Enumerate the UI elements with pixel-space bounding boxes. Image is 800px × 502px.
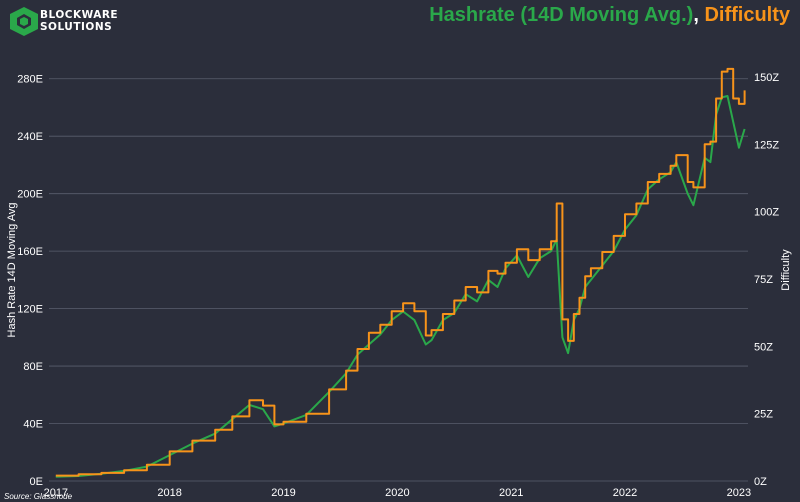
gridlines xyxy=(49,78,748,482)
y-left-tick-label: 240E xyxy=(17,131,43,143)
y-left-tick-label: 160E xyxy=(17,246,43,258)
x-tick-label: 2020 xyxy=(385,487,409,499)
x-tick-label: 2019 xyxy=(271,487,295,499)
x-tick-label: 2023 xyxy=(727,487,751,499)
y-right-tick-label: 100Z xyxy=(754,207,779,219)
y-axis-left-label: Hash Rate 14D Moving Avg xyxy=(6,203,18,338)
y-right-tick-label: 75Z xyxy=(754,274,773,286)
y-left-tick-label: 0E xyxy=(30,476,43,488)
y-right-tick-label: 0Z xyxy=(754,476,767,488)
series-lines xyxy=(55,67,746,478)
y-left-tick-label: 200E xyxy=(17,189,43,201)
y-left-tick-label: 80E xyxy=(23,361,43,373)
y-left-tick-label: 120E xyxy=(17,304,43,316)
y-axis-right-label: Difficulty xyxy=(780,249,792,291)
x-tick-label: 2022 xyxy=(613,487,637,499)
y-right-tick-label: 25Z xyxy=(754,409,773,421)
y-right-tick-label: 125Z xyxy=(754,139,779,151)
y-left-tick-label: 280E xyxy=(17,74,43,86)
x-tick-label: 2021 xyxy=(499,487,523,499)
x-tick-label: 2018 xyxy=(157,487,181,499)
source-note: Source: Glassnode xyxy=(4,492,73,501)
hashrate-series-line xyxy=(55,95,746,478)
y-right-tick-label: 50Z xyxy=(754,341,773,353)
hashrate-difficulty-chart: 0E 40E 80E 120E 160E 200E 240E 280E 0Z 25Z 50Z 75Z 1… xyxy=(4,67,792,501)
y-right-tick-label: 150Z xyxy=(754,72,779,84)
difficulty-series-line xyxy=(55,67,746,477)
y-left-tick-label: 40E xyxy=(23,419,43,431)
